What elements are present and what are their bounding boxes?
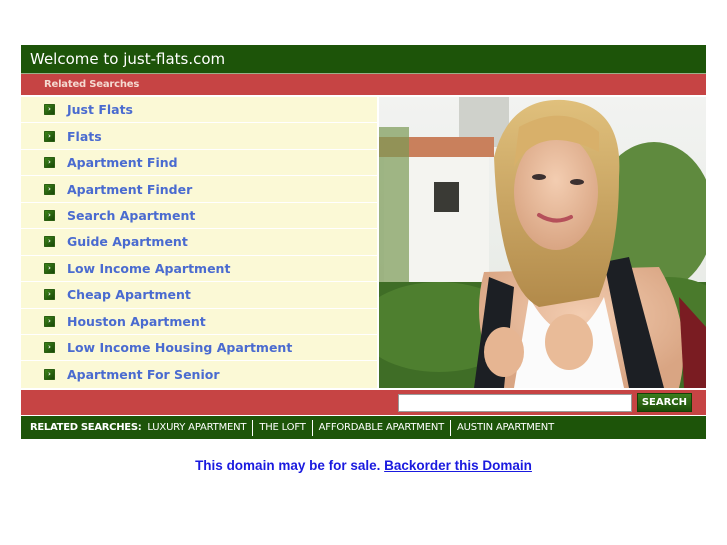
main-content: › Just Flats › Flats › Apartment Find › Apar…	[21, 97, 706, 388]
related-link[interactable]: › Low Income Apartment	[21, 256, 377, 283]
link-label[interactable]: Low Income Apartment	[67, 261, 230, 276]
domain-sale-notice: This domain may be for sale. Backorder t…	[0, 458, 727, 473]
link-label[interactable]: Flats	[67, 129, 102, 144]
bottom-related-label: RELATED SEARCHES:	[30, 422, 142, 433]
related-searches-band: Related Searches	[21, 74, 706, 97]
related-link[interactable]: › Flats	[21, 123, 377, 150]
link-label[interactable]: Search Apartment	[67, 208, 195, 223]
related-link[interactable]: › Houston Apartment	[21, 309, 377, 335]
student-photo-illustration	[379, 97, 706, 388]
bottom-link-austin-apartment[interactable]: AUSTIN APARTMENT	[451, 422, 560, 433]
related-link[interactable]: › Apartment For Senior	[21, 361, 377, 387]
related-link[interactable]: › Just Flats	[21, 97, 377, 124]
search-input[interactable]	[397, 393, 632, 412]
arrow-right-bullet-icon: ›	[44, 289, 55, 301]
arrow-right-bullet-icon: ›	[44, 104, 55, 116]
site-header: Welcome to just-flats.com	[21, 45, 706, 74]
page-container: Welcome to just-flats.com Related Search…	[21, 45, 706, 439]
link-label[interactable]: Guide Apartment	[67, 234, 188, 249]
bottom-related-bar: RELATED SEARCHES: LUXURY APARTMENT THE L…	[21, 416, 706, 439]
related-link[interactable]: › Search Apartment	[21, 203, 377, 230]
arrow-right-bullet-icon: ›	[44, 183, 55, 195]
site-title: Welcome to just-flats.com	[30, 50, 226, 68]
hero-photo	[379, 97, 706, 388]
related-link[interactable]: › Cheap Apartment	[21, 282, 377, 309]
arrow-right-bullet-icon: ›	[44, 315, 55, 327]
search-band: SEARCH	[21, 388, 706, 415]
arrow-right-bullet-icon: ›	[44, 342, 55, 354]
search-button[interactable]: SEARCH	[636, 393, 692, 412]
related-link[interactable]: › Guide Apartment	[21, 229, 377, 256]
link-label[interactable]: Just Flats	[67, 102, 133, 117]
arrow-right-bullet-icon: ›	[44, 209, 55, 221]
arrow-right-bullet-icon: ›	[44, 262, 55, 274]
link-label[interactable]: Low Income Housing Apartment	[67, 340, 292, 355]
link-label[interactable]: Cheap Apartment	[67, 287, 191, 302]
backorder-link[interactable]: Backorder this Domain	[384, 458, 532, 473]
arrow-right-bullet-icon: ›	[44, 157, 55, 169]
bottom-link-luxury-apartment[interactable]: LUXURY APARTMENT	[147, 422, 252, 433]
related-searches-heading: Related Searches	[44, 79, 140, 90]
link-label[interactable]: Apartment For Senior	[67, 367, 219, 382]
arrow-right-bullet-icon: ›	[44, 369, 55, 381]
link-label[interactable]: Apartment Finder	[67, 182, 192, 197]
link-label[interactable]: Houston Apartment	[67, 314, 206, 329]
related-links-list: › Just Flats › Flats › Apartment Find › Apar…	[21, 97, 377, 388]
related-link[interactable]: › Apartment Finder	[21, 176, 377, 203]
link-label[interactable]: Apartment Find	[67, 155, 178, 170]
bottom-link-affordable-apartment[interactable]: AFFORDABLE APARTMENT	[313, 422, 450, 433]
related-link[interactable]: › Low Income Housing Apartment	[21, 335, 377, 362]
arrow-right-bullet-icon: ›	[44, 130, 55, 142]
arrow-right-bullet-icon: ›	[44, 236, 55, 248]
bottom-link-the-loft[interactable]: THE LOFT	[253, 422, 311, 433]
sale-text: This domain may be for sale.	[195, 458, 381, 473]
related-link[interactable]: › Apartment Find	[21, 150, 377, 177]
